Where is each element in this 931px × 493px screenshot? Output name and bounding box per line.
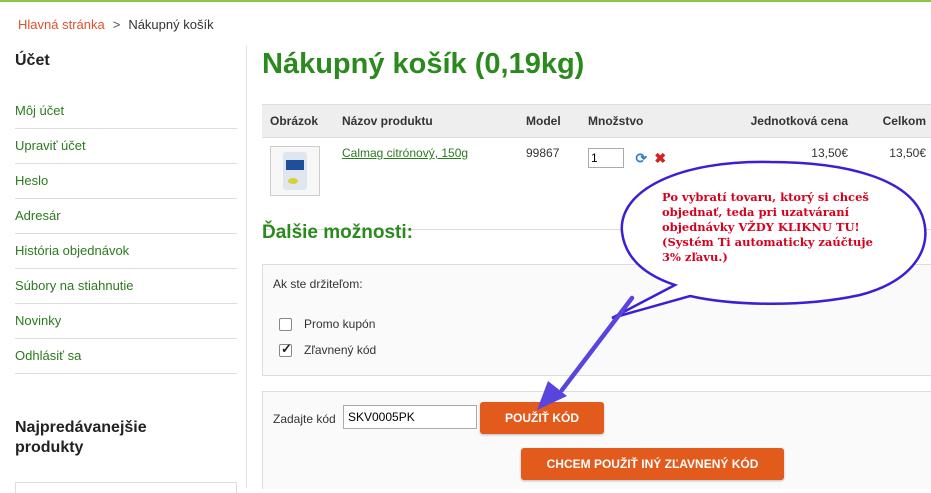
sidebar-item-my-account[interactable]: Môj účet xyxy=(15,94,237,129)
sidebar-item-address-book[interactable]: Adresár xyxy=(15,199,237,234)
sidebar-item-newsletter[interactable]: Novinky xyxy=(15,304,237,339)
cell-image xyxy=(262,137,334,230)
discount-label: Zľavnený kód xyxy=(304,343,377,357)
quantity-input[interactable] xyxy=(588,148,624,168)
header-product-name: Názov produktu xyxy=(334,104,518,138)
header-total: Celkom xyxy=(856,104,931,138)
options-title: Ďalšie možnosti: xyxy=(262,222,413,243)
sidebar-title: Účet xyxy=(15,52,50,69)
promo-checkbox[interactable] xyxy=(279,317,292,331)
breadcrumb-current: Nákupný košík xyxy=(128,17,214,32)
callout-text: Po vybratí tovaru, ktorý si chceš objedn… xyxy=(662,190,873,264)
sidebar-item-order-history[interactable]: História objednávok xyxy=(15,234,237,269)
holder-label: Ak ste držiteľom: xyxy=(273,277,363,291)
sidebar-item-logout[interactable]: Odhlásiť sa xyxy=(15,339,237,374)
cart-header-row: Obrázok Názov produktu Model Množstvo Je… xyxy=(262,104,931,138)
breadcrumb-home-link[interactable]: Hlavná stránka xyxy=(18,17,105,32)
coupon-label: Zadajte kód xyxy=(273,412,336,426)
header-model: Model xyxy=(518,104,580,138)
cell-product-name: Calmag citrónový, 150g xyxy=(334,137,518,230)
options-box: Ak ste držiteľom: Promo kupón Zľavnený k… xyxy=(262,264,931,376)
header-unit-price: Jednotková cena xyxy=(716,104,856,138)
breadcrumb: Hlavná stránka > Nákupný košík xyxy=(18,17,214,32)
account-sidebar: Účet Môj účet Upraviť účet Heslo Adresár… xyxy=(15,40,237,374)
apply-code-button[interactable]: POUŽIŤ KÓD xyxy=(480,402,604,434)
other-code-button[interactable]: CHCEM POUŽIŤ INÝ ZĽAVNENÝ KÓD xyxy=(521,448,784,480)
discount-option[interactable]: Zľavnený kód xyxy=(279,341,377,357)
coupon-input[interactable] xyxy=(343,405,477,429)
sidebar-item-downloads[interactable]: Súbory na stiahnutie xyxy=(15,269,237,304)
refresh-icon[interactable]: ⟳ xyxy=(635,150,647,167)
breadcrumb-separator: > xyxy=(112,17,121,32)
product-pack-image xyxy=(283,152,307,190)
sidebar-item-edit-account[interactable]: Upraviť účet xyxy=(15,129,237,164)
delete-icon[interactable]: ✖ xyxy=(654,150,666,167)
page-title: Nákupný košík (0,19kg) xyxy=(262,48,585,80)
promo-option[interactable]: Promo kupón xyxy=(279,317,375,331)
product-thumbnail[interactable] xyxy=(270,146,320,196)
sidebar-item-password[interactable]: Heslo xyxy=(15,164,237,199)
header-image: Obrázok xyxy=(262,104,334,138)
top-border xyxy=(0,0,931,2)
cell-model: 99867 xyxy=(518,137,580,230)
discount-checkbox[interactable] xyxy=(279,341,292,357)
product-link[interactable]: Calmag citrónový, 150g xyxy=(342,146,468,160)
promo-label: Promo kupón xyxy=(304,317,376,331)
bestsellers-title: Najpredávanejšie produkty xyxy=(15,419,147,456)
column-divider xyxy=(246,46,247,488)
header-quantity: Množstvo xyxy=(580,104,716,138)
